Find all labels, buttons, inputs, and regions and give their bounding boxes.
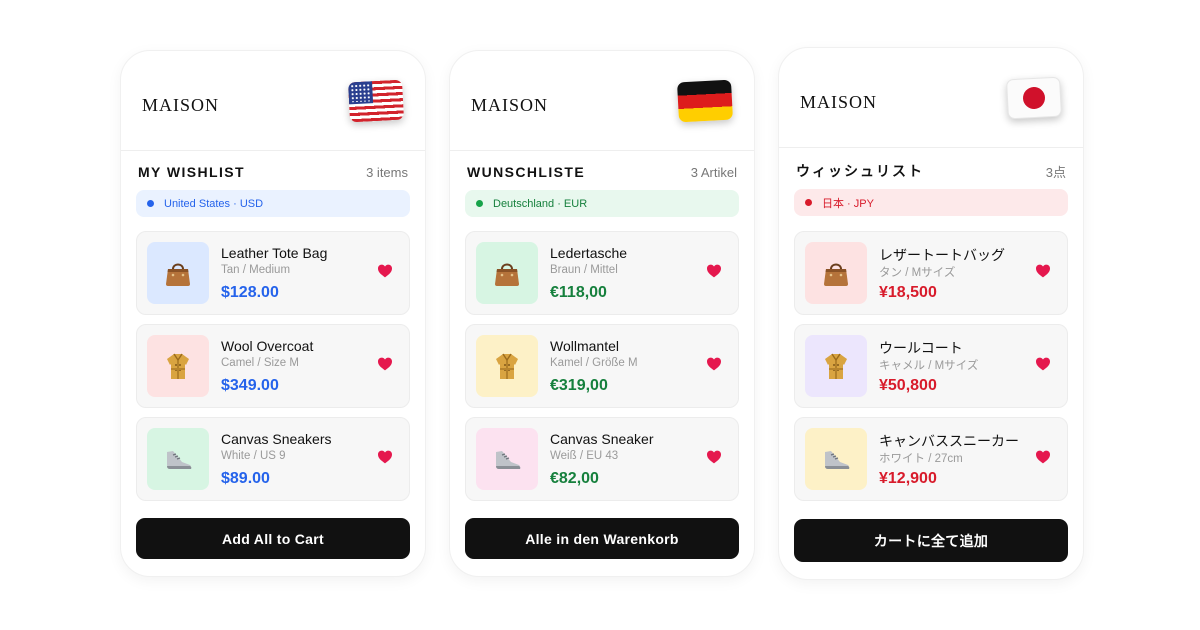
brand-logo: MAISON xyxy=(471,95,549,115)
item-price: ¥12,900 xyxy=(879,470,937,487)
heart-icon[interactable] xyxy=(377,449,393,465)
item-price: ¥18,500 xyxy=(879,284,937,301)
flag-jp-icon[interactable] xyxy=(1005,76,1063,120)
card-header: MAISON xyxy=(121,51,425,151)
heart-icon[interactable] xyxy=(1035,449,1051,465)
sneaker-icon xyxy=(805,428,867,490)
item-name: Ledertasche xyxy=(550,245,628,261)
list-title: MY WISHLIST xyxy=(138,164,245,180)
region-dot-icon xyxy=(147,200,154,207)
sneaker-icon xyxy=(476,428,538,490)
list-item[interactable]: Canvas Sneaker Weiß / EU 43 €82,00 xyxy=(465,417,739,501)
list-header: ウィッシュリスト 3点 xyxy=(796,161,1066,181)
item-count: 3 Artikel xyxy=(690,164,737,180)
list-header: MY WISHLIST 3 items xyxy=(138,164,408,180)
item-name: ウールコート xyxy=(879,340,963,356)
item-price: ¥50,800 xyxy=(879,377,937,394)
heart-icon[interactable] xyxy=(706,356,722,372)
item-variant: ホワイト / 27cm xyxy=(879,453,963,465)
list-item[interactable]: Wool Overcoat Camel / Size M $349.00 xyxy=(136,324,410,408)
coat-icon xyxy=(476,335,538,397)
region-badge[interactable]: Deutschland · EUR xyxy=(465,190,739,217)
item-name: Canvas Sneakers xyxy=(221,431,332,447)
coat-icon xyxy=(805,335,867,397)
add-all-to-cart-button[interactable]: Alle in den Warenkorb xyxy=(465,518,739,559)
wishlist-items: レザートートバッグ タン / Mサイズ ¥18,500 ウールコート キャメル … xyxy=(794,231,1068,510)
handbag-icon xyxy=(147,242,209,304)
item-variant: タン / Mサイズ xyxy=(879,267,956,279)
list-item[interactable]: Ledertasche Braun / Mittel €118,00 xyxy=(465,231,739,315)
item-variant: Weiß / EU 43 xyxy=(550,450,619,462)
region-label: Deutschland · EUR xyxy=(493,197,588,210)
list-item[interactable]: Wollmantel Kamel / Größe M €319,00 xyxy=(465,324,739,408)
item-price: €319,00 xyxy=(550,377,608,394)
wishlist-card-de: MAISON WUNSCHLISTE 3 Artikel Deutschland… xyxy=(449,50,755,577)
item-count: 3点 xyxy=(1045,164,1066,180)
item-name: Leather Tote Bag xyxy=(221,245,328,261)
item-variant: White / US 9 xyxy=(221,450,286,462)
item-variant: Braun / Mittel xyxy=(550,264,618,276)
item-name: キャンバススニーカー xyxy=(879,433,1019,449)
flag-de-icon[interactable] xyxy=(676,79,734,123)
region-label: 日本 · JPY xyxy=(822,197,874,210)
heart-icon[interactable] xyxy=(706,449,722,465)
item-price: €82,00 xyxy=(550,470,599,487)
card-header: MAISON xyxy=(450,51,754,151)
list-item[interactable]: Canvas Sneakers White / US 9 $89.00 xyxy=(136,417,410,501)
region-badge[interactable]: 日本 · JPY xyxy=(794,189,1068,216)
wishlist-card-us: MAISON MY WISHLIST 3 items United States… xyxy=(120,50,426,577)
region-label: United States · USD xyxy=(164,197,264,210)
add-all-to-cart-button[interactable]: カートに全て追加 xyxy=(794,519,1068,562)
list-item[interactable]: ウールコート キャメル / Mサイズ ¥50,800 xyxy=(794,324,1068,408)
card-header: MAISON xyxy=(779,48,1083,148)
list-item[interactable]: キャンバススニーカー ホワイト / 27cm ¥12,900 xyxy=(794,417,1068,501)
item-price: $89.00 xyxy=(221,470,270,487)
heart-icon[interactable] xyxy=(1035,356,1051,372)
item-name: Wollmantel xyxy=(550,338,619,354)
item-name: レザートートバッグ xyxy=(879,247,1005,263)
add-all-to-cart-button[interactable]: Add All to Cart xyxy=(136,518,410,559)
heart-icon[interactable] xyxy=(706,263,722,279)
brand-logo: MAISON xyxy=(800,92,878,112)
item-price: €118,00 xyxy=(550,284,607,301)
wishlist-card-jp: MAISON ウィッシュリスト 3点 日本 · JPY レザートートバッグ タン… xyxy=(778,47,1084,580)
item-name: Wool Overcoat xyxy=(221,338,314,354)
handbag-icon xyxy=(476,242,538,304)
item-variant: Tan / Medium xyxy=(221,264,291,276)
brand-logo: MAISON xyxy=(142,95,220,115)
handbag-icon xyxy=(805,242,867,304)
list-title: ウィッシュリスト xyxy=(796,163,924,179)
coat-icon xyxy=(147,335,209,397)
heart-icon[interactable] xyxy=(377,263,393,279)
region-badge[interactable]: United States · USD xyxy=(136,190,410,217)
item-variant: Camel / Size M xyxy=(221,357,299,369)
wishlist-items: Leather Tote Bag Tan / Medium $128.00 Wo… xyxy=(136,231,410,510)
list-header: WUNSCHLISTE 3 Artikel xyxy=(467,164,737,180)
list-item[interactable]: レザートートバッグ タン / Mサイズ ¥18,500 xyxy=(794,231,1068,315)
list-item[interactable]: Leather Tote Bag Tan / Medium $128.00 xyxy=(136,231,410,315)
sneaker-icon xyxy=(147,428,209,490)
item-variant: キャメル / Mサイズ xyxy=(879,360,979,372)
wishlist-items: Ledertasche Braun / Mittel €118,00 Wollm… xyxy=(465,231,739,510)
flag-us-icon[interactable] xyxy=(347,79,405,123)
region-dot-icon xyxy=(805,199,812,206)
item-variant: Kamel / Größe M xyxy=(550,357,638,369)
item-price: $128.00 xyxy=(221,284,279,301)
item-count: 3 items xyxy=(366,164,408,180)
heart-icon[interactable] xyxy=(1035,263,1051,279)
region-dot-icon xyxy=(476,200,483,207)
heart-icon[interactable] xyxy=(377,356,393,372)
item-price: $349.00 xyxy=(221,377,279,394)
list-title: WUNSCHLISTE xyxy=(467,164,586,180)
item-name: Canvas Sneaker xyxy=(550,431,654,447)
